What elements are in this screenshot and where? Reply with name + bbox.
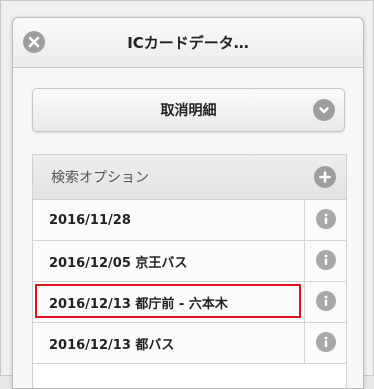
list-item-link[interactable]: 2016/12/13 都バス — [33, 323, 305, 363]
dialog-title: ICカードデータ… — [127, 34, 249, 52]
search-options-section: 検索オプション 2016/11/28 2016/12/05 京王バス 2016/… — [32, 154, 347, 388]
list-item-label: 2016/11/28 — [49, 212, 131, 228]
list-item-link[interactable]: 2016/12/13 都庁前 - 六本木 — [33, 282, 305, 322]
info-button[interactable] — [316, 250, 336, 270]
info-icon — [324, 295, 328, 306]
screenshot-frame: ICカードデータ… 取消明細 検索オプション 2016/11/28 2016/1… — [0, 0, 374, 389]
list-item: 2016/12/05 京王バス — [33, 241, 346, 282]
list-item-label: 2016/12/05 京王バス — [49, 255, 188, 271]
close-button[interactable] — [23, 31, 45, 53]
list-item-label: 2016/12/13 都庁前 - 六本木 — [49, 296, 228, 312]
cancel-details-button[interactable]: 取消明細 — [32, 88, 345, 132]
info-button[interactable] — [316, 209, 336, 229]
info-icon — [324, 213, 328, 224]
list-item-label: 2016/12/13 都バス — [49, 337, 175, 353]
search-options-label: 検索オプション — [51, 170, 149, 186]
ic-card-dialog: ICカードデータ… 取消明細 検索オプション 2016/11/28 2016/1… — [12, 17, 364, 389]
list-item-link[interactable]: 2016/11/28 — [33, 200, 305, 240]
search-options-toggle[interactable]: 検索オプション — [33, 155, 346, 200]
cancel-details-label: 取消明細 — [160, 103, 217, 119]
info-button[interactable] — [316, 332, 336, 352]
list-item: 2016/12/13 都庁前 - 六本木 — [33, 282, 346, 323]
plus-icon — [314, 166, 336, 188]
list-item: 2016/11/28 — [33, 200, 346, 241]
info-button[interactable] — [316, 291, 336, 311]
list-item: 2016/12/13 都バス — [33, 323, 346, 364]
chevron-down-icon — [313, 99, 335, 121]
info-icon — [324, 336, 328, 347]
close-icon — [28, 36, 40, 48]
list-item-link[interactable]: 2016/12/05 京王バス — [33, 241, 305, 281]
info-icon — [324, 254, 328, 265]
dialog-header: ICカードデータ… — [13, 18, 363, 68]
